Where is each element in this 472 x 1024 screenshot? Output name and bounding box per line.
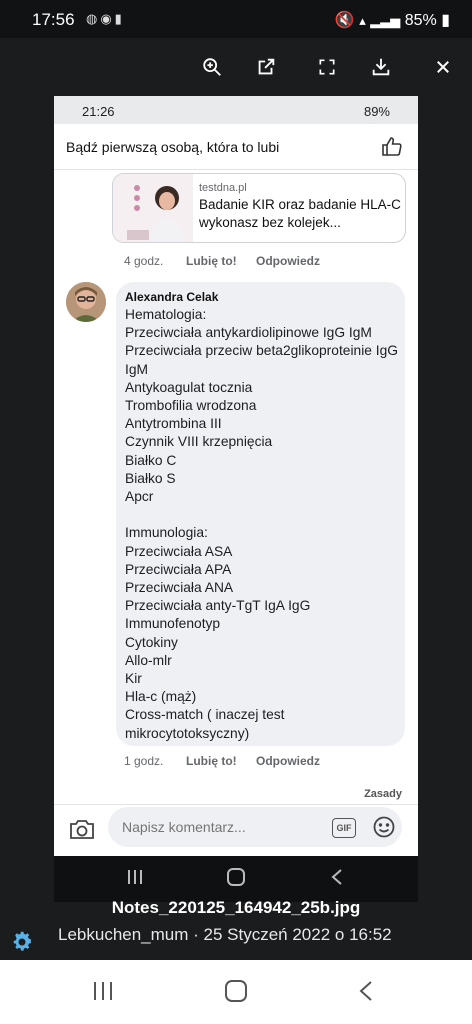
rules-link[interactable]: Zasady [364,788,402,800]
gif-button[interactable]: GIF [332,818,356,838]
link-thumbnail [113,174,193,242]
fullscreen-icon[interactable] [310,50,344,84]
link-preview-card[interactable]: testdna.pl Badanie KIR oraz badanie HLA-… [112,173,406,243]
inner-status-battery: 89% [363,104,390,119]
zoom-in-icon[interactable] [195,50,229,84]
reply-reply-button[interactable]: Odpowiedz [256,254,320,268]
open-external-icon[interactable] [249,50,283,84]
system-nav-bar [0,960,472,1024]
close-icon[interactable] [426,50,460,84]
comment-meta-row: 1 godz. Lubię to! Odpowiedz [124,754,404,770]
inner-recents-icon [126,868,144,891]
inner-back-icon [330,868,344,891]
comment-body: Hematologia: Przeciwciała antykardiolipi… [125,307,399,741]
inner-home-icon [226,867,246,892]
comment-time: 1 godz. [124,754,164,768]
status-right: 🔇 ▴ ▂▃▅ 85% ▮ [335,10,450,30]
reply-like-button[interactable]: Lubię to! [186,254,237,268]
likes-bar: Bądź pierwszą osobą, która to lubi [54,124,418,170]
mute-icon: 🔇 [334,12,355,29]
comment-reply-button[interactable]: Odpowiedz [256,754,320,768]
status-time: 17:56 [32,10,75,29]
wifi-icon: ▴ [359,13,366,28]
back-icon[interactable] [358,980,374,1007]
inner-status-bar: 21:26 89% [54,96,418,124]
likes-prompt: Bądź pierwszą osobą, która to lubi [66,139,280,155]
reply-time: 4 godz. [124,254,164,268]
image-viewer-toolbar [0,38,472,94]
emoji-icon[interactable] [372,815,396,844]
battery-percent: 85% [404,12,437,29]
status-bar: 17:56 ◍◉▮ 🔇 ▴ ▂▃▅ 85% ▮ [0,0,472,38]
screenshot-image: 21:26 89% Bądź pierwszą osobą, która to … [54,96,418,902]
comment-bubble: Alexandra Celak Hematologia: Przeciwciał… [116,282,405,746]
notification-icons: ◍◉▮ [86,11,125,26]
file-name: Notes_220125_164942_25b.jpg [111,898,361,917]
comment-input[interactable] [108,807,402,847]
recents-icon[interactable] [92,980,114,1007]
camera-icon[interactable] [68,817,96,846]
battery-icon: ▮ [441,12,450,29]
signal-icon: ▂▃▅ [370,13,401,28]
link-domain: testdna.pl [199,182,247,194]
link-title: Badanie KIR oraz badanie HLA-C wykonasz … [199,197,401,230]
settings-icon[interactable] [10,930,34,954]
thumbs-up-icon[interactable] [380,135,404,164]
inner-nav-bar [54,856,418,902]
comment-author[interactable]: Alexandra Celak [125,290,218,304]
reply-meta-row: 4 godz. Lubię to! Odpowiedz [124,254,404,270]
home-icon[interactable] [224,979,248,1008]
inner-status-time: 21:26 [82,104,115,119]
download-icon[interactable] [364,50,398,84]
image-meta: Lebkuchen_mum · 25 Styczeń 2022 o 16:52 [58,925,392,944]
avatar[interactable] [66,282,106,322]
comment-like-button[interactable]: Lubię to! [186,754,237,768]
